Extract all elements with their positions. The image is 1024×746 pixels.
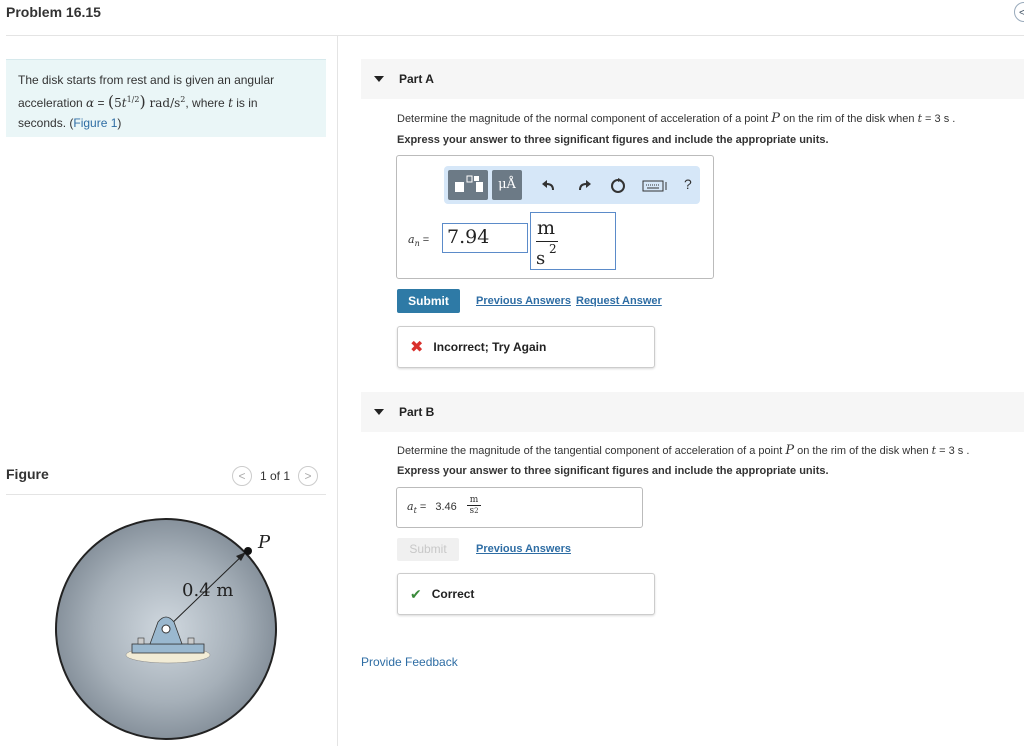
var-equals: = (416, 501, 427, 513)
part-a-variable: an = (408, 233, 429, 248)
units-button[interactable]: μÅ (492, 170, 522, 200)
part-b-submit-button-disabled: Submit (397, 538, 459, 561)
figure-pager: < 1 of 1 > (232, 466, 319, 486)
question-text: on the rim of the disk when (794, 445, 932, 457)
nav-prev-problem-button[interactable]: < (1014, 2, 1024, 22)
part-b-header[interactable]: Part B (361, 392, 1024, 432)
question-text: = 3 s . (921, 113, 956, 125)
provide-feedback-link[interactable]: Provide Feedback (361, 655, 458, 669)
expr-coefficient: 5 (114, 96, 122, 110)
part-b-feedback-text: Correct (431, 587, 475, 601)
problem-text: acceleration (18, 96, 87, 110)
template-button[interactable] (448, 170, 488, 200)
template-icon (455, 175, 483, 192)
unit-denominator: s (536, 248, 546, 269)
problem-text: seconds. ( (18, 116, 74, 130)
part-b-units: m s2 (467, 495, 481, 516)
problem-line-1: The disk starts from rest and is given a… (18, 73, 275, 87)
figure-prev-button[interactable]: < (232, 466, 252, 486)
support-base (131, 643, 205, 654)
collapse-triangle-icon (374, 76, 384, 82)
equals-sign: = (94, 96, 108, 110)
dimension-label: 0.4 m (182, 580, 234, 601)
point-p-label: P (258, 532, 271, 553)
page-title: Problem 16.15 (6, 4, 101, 20)
point-var: P (771, 111, 780, 126)
problem-line-3: seconds. (Figure 1) (18, 113, 314, 133)
unit-numerator: m (537, 217, 556, 239)
part-b-answer: at = 3.46 (407, 500, 457, 515)
bolt-left (137, 637, 145, 645)
figure-link[interactable]: Figure 1 (73, 116, 117, 130)
point-var: P (785, 443, 795, 458)
header-divider (6, 35, 1024, 36)
problem-statement: The disk starts from rest and is given a… (6, 59, 326, 137)
part-a-instruction: Express your answer to three significant… (397, 134, 829, 146)
part-b-instruction: Express your answer to three significant… (397, 465, 829, 477)
incorrect-x-icon: ✖ (410, 339, 424, 356)
part-a-previous-answers-link[interactable]: Previous Answers (476, 295, 571, 307)
figure-divider (6, 494, 326, 495)
expr-exponent: 1/2 (126, 95, 140, 104)
part-a-question: Determine the magnitude of the normal co… (397, 111, 955, 126)
part-b-value: 3.46 (435, 501, 457, 513)
problem-line-2: acceleration α = (5t1/2) rad/s2, where t… (18, 90, 314, 113)
part-a-header[interactable]: Part A (361, 59, 1024, 99)
disk-figure (55, 518, 277, 740)
unit-exponent: 2 (474, 507, 479, 515)
keyboard-icon[interactable] (642, 180, 668, 192)
reset-icon[interactable] (609, 177, 627, 195)
unit-denominator-row: s2 (467, 505, 481, 516)
figure-page-count: 1 of 1 (260, 469, 291, 483)
undo-icon[interactable] (541, 178, 557, 192)
question-text: Determine the magnitude of the tangentia… (397, 445, 786, 457)
part-b-title: Part B (399, 405, 435, 419)
alpha-symbol: α (86, 96, 95, 110)
part-a-title: Part A (399, 72, 434, 86)
collapse-triangle-icon (374, 409, 384, 415)
part-b-answer-box: at = 3.46 m s2 (396, 487, 643, 528)
pin-axle (161, 624, 171, 634)
part-a-value-input[interactable]: 7.94 (442, 223, 528, 253)
help-button[interactable]: ? (684, 176, 692, 192)
part-a-units-input[interactable]: m s 2 (530, 212, 616, 270)
correct-check-icon: ✔ (410, 585, 422, 602)
problem-text: is in (232, 96, 258, 110)
part-a-submit-button[interactable]: Submit (397, 289, 460, 313)
figure-next-button[interactable]: > (298, 466, 319, 486)
math-toolbar: μÅ ? (444, 166, 700, 204)
point-p-marker (244, 547, 252, 555)
part-b-question: Determine the magnitude of the tangentia… (397, 443, 969, 458)
bolt-right (187, 637, 195, 645)
part-b-previous-answers-link[interactable]: Previous Answers (476, 543, 571, 555)
part-a-feedback-text: Incorrect; Try Again (433, 340, 547, 354)
problem-text: ) (117, 116, 122, 130)
unit-exponent: 2 (549, 242, 557, 256)
part-a-request-answer-link[interactable]: Request Answer (576, 295, 662, 307)
question-text: on the rim of the disk when (779, 113, 918, 125)
problem-text: , where (185, 96, 229, 110)
column-divider (337, 36, 338, 746)
figure-heading: Figure (6, 466, 49, 482)
var-equals: = (419, 234, 430, 246)
redo-icon[interactable] (576, 178, 592, 192)
part-b-feedback: ✔ Correct (397, 573, 655, 615)
unit-numerator: m (469, 495, 479, 505)
question-text: = 3 s . (936, 445, 970, 457)
part-a-feedback: ✖ Incorrect; Try Again (397, 326, 655, 368)
units-text: rad/s (145, 96, 181, 110)
question-text: Determine the magnitude of the normal co… (397, 113, 772, 125)
